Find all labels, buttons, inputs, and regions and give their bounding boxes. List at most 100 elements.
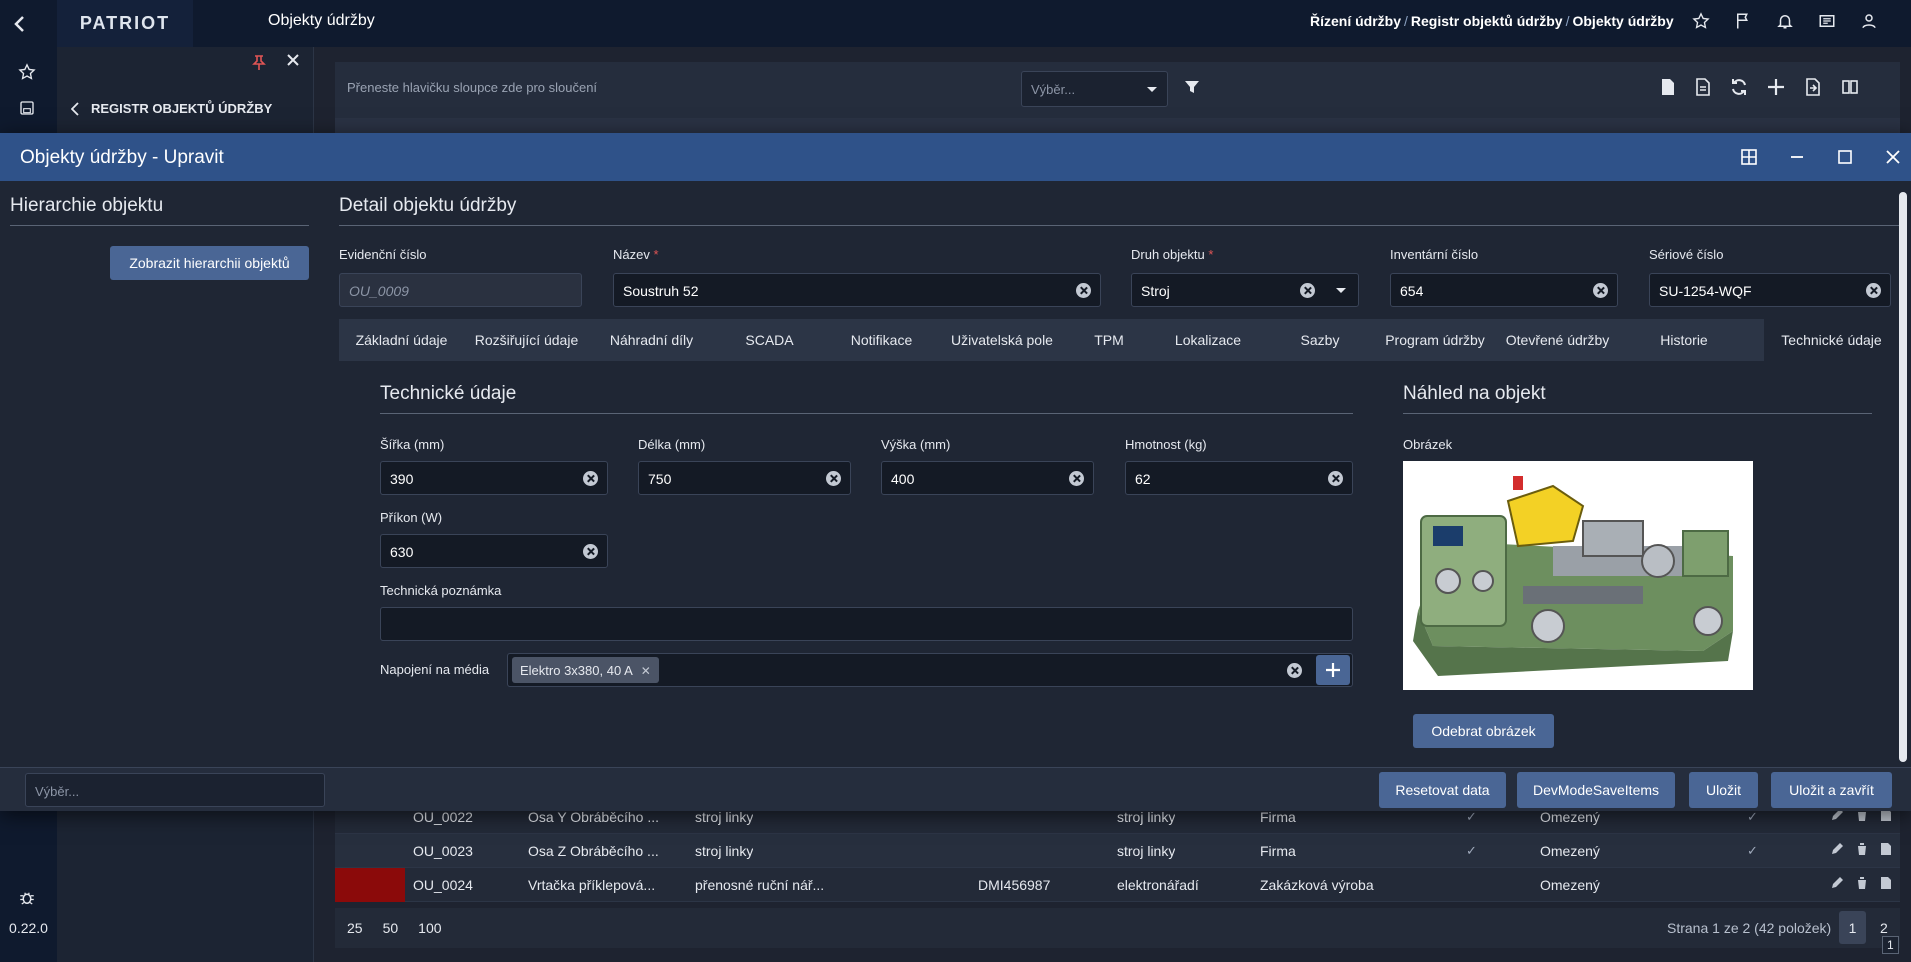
row-check[interactable]: ✓	[1747, 809, 1761, 824]
detail-section: Detail objektu údržby	[339, 195, 1899, 226]
delete-trash-icon[interactable]	[1856, 842, 1868, 859]
delete-trash-icon[interactable]	[1856, 876, 1868, 893]
page-button[interactable]: 2	[1880, 920, 1888, 936]
row-check[interactable]: ✓	[1466, 843, 1480, 858]
vyska-input[interactable]: 400	[881, 461, 1094, 495]
delka-label: Délka (mm)	[638, 437, 706, 452]
bug-icon[interactable]	[16, 887, 38, 909]
breadcrumb: Řízení údržby / Registr objektů údržby / Obj…	[1310, 13, 1674, 29]
page-size-option[interactable]: 100	[418, 920, 441, 936]
nazev-input[interactable]: Soustruh 52	[613, 273, 1101, 307]
devmode-save-button[interactable]: DevModeSaveItems	[1517, 772, 1675, 808]
delka-input[interactable]: 750	[638, 461, 851, 495]
close-icon[interactable]	[1882, 146, 1904, 168]
back-button[interactable]	[0, 0, 37, 47]
clear-icon[interactable]	[1593, 283, 1608, 298]
save-and-close-button[interactable]: Uložit a zavřít	[1771, 772, 1892, 808]
tab-sazby[interactable]: Sazby	[1264, 319, 1376, 361]
tab-uzivatelska-pole[interactable]: Uživatelská pole	[938, 319, 1066, 361]
sirka-input[interactable]: 390	[380, 461, 608, 495]
flag-icon[interactable]	[1732, 10, 1754, 32]
chip-remove-icon[interactable]: ✕	[641, 664, 651, 678]
tab-zakladni-udaje[interactable]: Základní údaje	[339, 319, 464, 361]
news-icon[interactable]	[1816, 10, 1838, 32]
tab-scada[interactable]: SCADA	[714, 319, 825, 361]
grid-view-select[interactable]: Výběr...	[1021, 71, 1168, 107]
clear-icon[interactable]	[1866, 283, 1881, 298]
page-title: Objekty údržby	[268, 12, 375, 29]
dialog-scrollbar[interactable]	[1899, 192, 1907, 762]
page-button-current[interactable]: 1	[1839, 911, 1866, 944]
app-logo[interactable]: PATRIOT	[57, 0, 193, 47]
remove-image-button[interactable]: Odebrat obrázek	[1413, 714, 1554, 748]
edit-pencil-icon[interactable]	[1830, 876, 1844, 893]
clear-icon[interactable]	[1076, 283, 1091, 298]
filter-icon[interactable]	[1184, 79, 1200, 100]
add-media-button[interactable]	[1316, 655, 1350, 685]
row-check[interactable]: ✓	[1747, 843, 1761, 858]
druh-select[interactable]: Stroj	[1131, 273, 1359, 307]
row-check[interactable]: ✓	[1466, 809, 1480, 824]
show-hierarchy-button[interactable]: Zobrazit hierarchii objektů	[110, 246, 309, 280]
layout-grid-icon[interactable]	[1738, 146, 1760, 168]
page-size-option[interactable]: 50	[383, 920, 399, 936]
minimize-icon[interactable]	[1786, 146, 1808, 168]
input-value: 654	[1400, 283, 1424, 299]
seriove-input[interactable]: SU-1254-WQF	[1649, 273, 1891, 307]
prikon-input[interactable]: 630	[380, 534, 608, 568]
drawer-close-icon[interactable]	[287, 53, 299, 71]
footer-select[interactable]: Výběr...	[25, 773, 325, 807]
tab-nahradni-dily[interactable]: Náhradní díly	[589, 319, 714, 361]
tab-technicke-udaje[interactable]: Technické údaje	[1764, 319, 1899, 361]
hmotnost-input[interactable]: 62	[1125, 461, 1353, 495]
tab-notifikace[interactable]: Notifikace	[825, 319, 938, 361]
breadcrumb-item[interactable]: Řízení údržby	[1310, 13, 1401, 29]
edit-dialog: Objekty údržby - Upravit Hierarchie obje…	[0, 133, 1911, 811]
clear-icon[interactable]	[1300, 283, 1315, 298]
inventarni-label: Inventární číslo	[1390, 247, 1478, 262]
clear-icon[interactable]	[1287, 663, 1302, 678]
inventarni-input[interactable]: 654	[1390, 273, 1618, 307]
tab-rozsirujici-udaje[interactable]: Rozšiřující údaje	[464, 319, 589, 361]
edit-pencil-icon[interactable]	[1830, 842, 1844, 859]
clear-icon[interactable]	[826, 471, 841, 486]
user-icon[interactable]	[1858, 10, 1880, 32]
table-row[interactable]: OU_0024 Vrtačka příklepová... přenosné r…	[335, 868, 1900, 902]
breadcrumb-item[interactable]: Registr objektů údržby	[1411, 13, 1563, 29]
pin-icon[interactable]	[252, 55, 266, 74]
clear-icon[interactable]	[583, 471, 598, 486]
favorite-star-icon[interactable]	[1690, 10, 1712, 32]
input-value: 62	[1135, 471, 1151, 487]
save-button[interactable]: Uložit	[1689, 772, 1758, 808]
new-document-icon[interactable]	[1660, 78, 1676, 101]
add-icon[interactable]	[1767, 78, 1785, 101]
clear-icon[interactable]	[1328, 471, 1343, 486]
tab-lokalizace[interactable]: Lokalizace	[1152, 319, 1264, 361]
document-icon[interactable]	[1695, 78, 1711, 101]
row-owner: Firma	[1260, 843, 1296, 859]
clear-icon[interactable]	[1069, 471, 1084, 486]
document-icon[interactable]	[1880, 842, 1892, 859]
page-size-option[interactable]: 25	[347, 920, 363, 936]
columns-icon[interactable]	[1841, 78, 1859, 101]
refresh-icon[interactable]	[1730, 78, 1748, 101]
label-text: Sériové číslo	[1649, 247, 1724, 262]
import-icon[interactable]	[1804, 78, 1822, 101]
tab-tpm[interactable]: TPM	[1066, 319, 1152, 361]
reset-data-button[interactable]: Resetovat data	[1379, 772, 1506, 808]
tab-historie[interactable]: Historie	[1621, 319, 1747, 361]
page-info: Strana 1 ze 2 (42 položek)	[1667, 920, 1832, 936]
maximize-icon[interactable]	[1834, 146, 1856, 168]
save-icon[interactable]	[16, 97, 38, 119]
nav-back-link[interactable]: REGISTR OBJEKTŮ ÚDRŽBY	[71, 101, 272, 116]
notification-bell-icon[interactable]	[1774, 10, 1796, 32]
document-icon[interactable]	[1880, 876, 1892, 893]
tab-otevrene-udrzby[interactable]: Otevřené údržby	[1494, 319, 1621, 361]
row-access: Omezený	[1540, 809, 1600, 825]
table-row[interactable]: OU_0023 Osa Z Obráběcího ... stroj linky…	[335, 834, 1900, 868]
tab-program-udrzby[interactable]: Program údržby	[1376, 319, 1494, 361]
poznamka-input[interactable]	[380, 607, 1353, 641]
chevron-down-icon[interactable]	[1336, 288, 1346, 293]
clear-icon[interactable]	[583, 544, 598, 559]
favorites-star-icon[interactable]	[16, 61, 38, 83]
